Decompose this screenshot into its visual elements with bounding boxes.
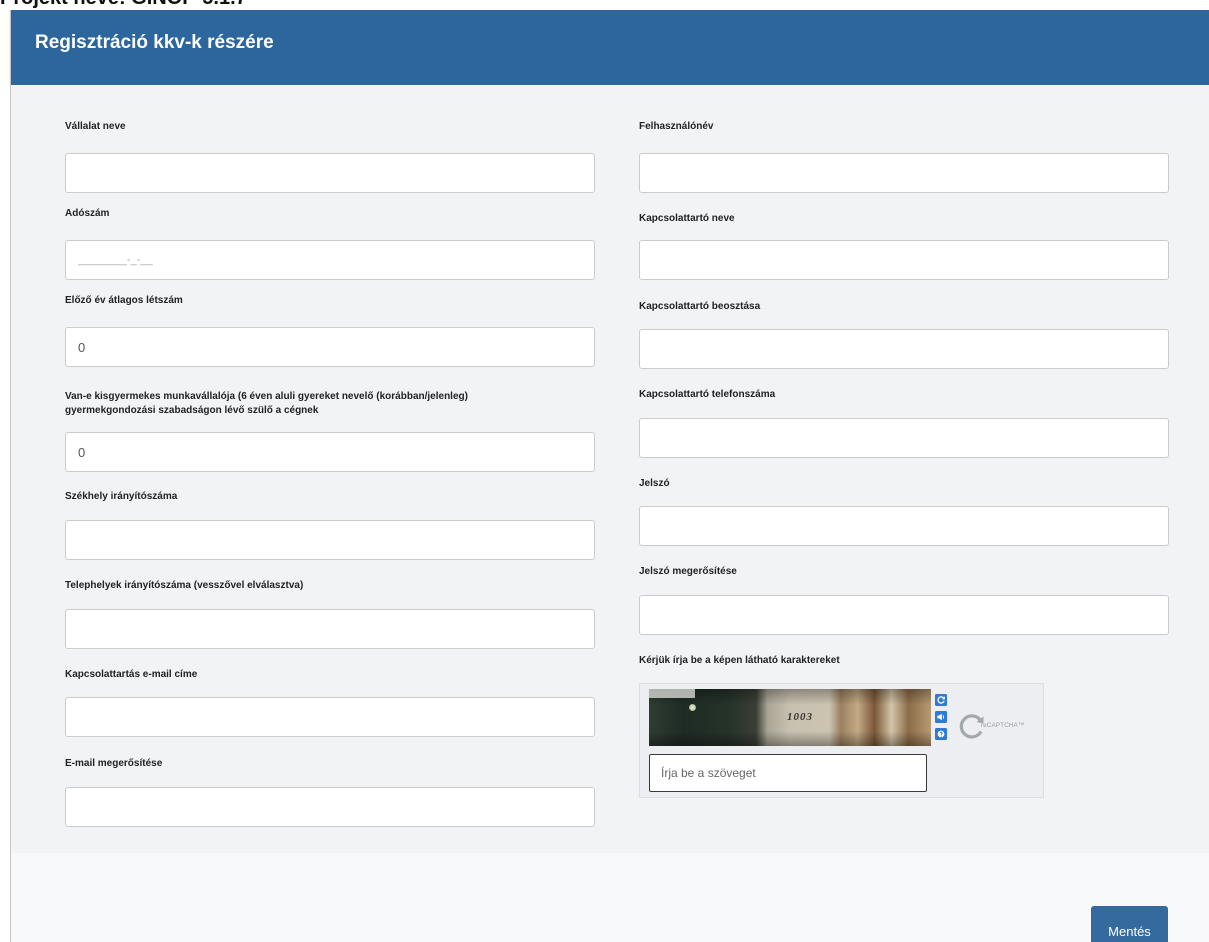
captcha-label: Kérjük írja be a képen látható karaktere… — [639, 655, 840, 666]
captcha-image: 1003 — [649, 689, 931, 746]
page: Projekt neve: GINOP-5.1.7 Regisztráció k… — [0, 0, 1209, 942]
form-footer — [10, 853, 1209, 942]
contact-email-label: Kapcsolattartás e-mail címe — [65, 669, 198, 680]
form-header: Regisztráció kkv-k részére — [10, 10, 1209, 85]
username-input[interactable] — [639, 153, 1169, 193]
captcha-image-detail — [689, 704, 696, 711]
username-label: Felhasználónév — [639, 121, 714, 132]
avg-headcount-input[interactable] — [65, 327, 595, 367]
tax-number-input[interactable] — [65, 240, 595, 280]
company-name-label: Vállalat neve — [65, 121, 126, 132]
refresh-icon[interactable] — [935, 694, 947, 706]
contact-phone-input[interactable] — [639, 418, 1169, 458]
contact-name-label: Kapcsolattartó neve — [639, 213, 735, 224]
hq-zip-input[interactable] — [65, 520, 595, 560]
avg-headcount-label: Előző év átlagos létszám — [65, 295, 183, 306]
captcha-widget: 1003 reCAPTCHA™ — [639, 683, 1044, 798]
young-children-input[interactable] — [65, 432, 595, 472]
hq-zip-label: Székhely irányítószáma — [65, 491, 178, 502]
site-zips-input[interactable] — [65, 609, 595, 649]
email-confirm-input[interactable] — [65, 787, 595, 827]
captcha-image-number: 1003 — [787, 711, 813, 723]
site-zips-label: Telephelyek irányítószáma (vesszővel elv… — [65, 580, 304, 591]
audio-icon[interactable] — [935, 711, 947, 723]
help-icon[interactable] — [935, 728, 947, 740]
young-children-label: Van-e kisgyermekes munkavállalója (6 éve… — [65, 390, 468, 418]
contact-email-input[interactable] — [65, 697, 595, 737]
password-confirm-input[interactable] — [639, 595, 1169, 635]
password-confirm-label: Jelszó megerősítése — [639, 566, 737, 577]
recaptcha-logo-text: reCAPTCHA™ — [981, 722, 1025, 729]
password-label: Jelszó — [639, 478, 670, 489]
young-children-label-line1: Van-e kisgyermekes munkavállalója (6 éve… — [65, 391, 468, 402]
captcha-controls — [935, 694, 947, 745]
password-input[interactable] — [639, 506, 1169, 546]
young-children-label-line2: gyermekgondozási szabadságon lévő szülő … — [65, 405, 319, 416]
contact-phone-label: Kapcsolattartó telefonszáma — [639, 389, 776, 400]
panel-border — [10, 10, 11, 942]
captcha-image-detail — [649, 689, 695, 698]
page-title: Regisztráció kkv-k részére — [35, 32, 274, 53]
tax-number-label: Adószám — [65, 208, 110, 219]
save-button[interactable]: Mentés — [1091, 906, 1168, 942]
contact-position-label: Kapcsolattartó beosztása — [639, 301, 761, 312]
company-name-input[interactable] — [65, 153, 595, 193]
project-title: Projekt neve: GINOP-5.1.7 — [0, 0, 247, 10]
captcha-input[interactable] — [649, 754, 927, 792]
contact-position-input[interactable] — [639, 329, 1169, 369]
email-confirm-label: E-mail megerősítése — [65, 758, 163, 769]
contact-name-input[interactable] — [639, 240, 1169, 280]
